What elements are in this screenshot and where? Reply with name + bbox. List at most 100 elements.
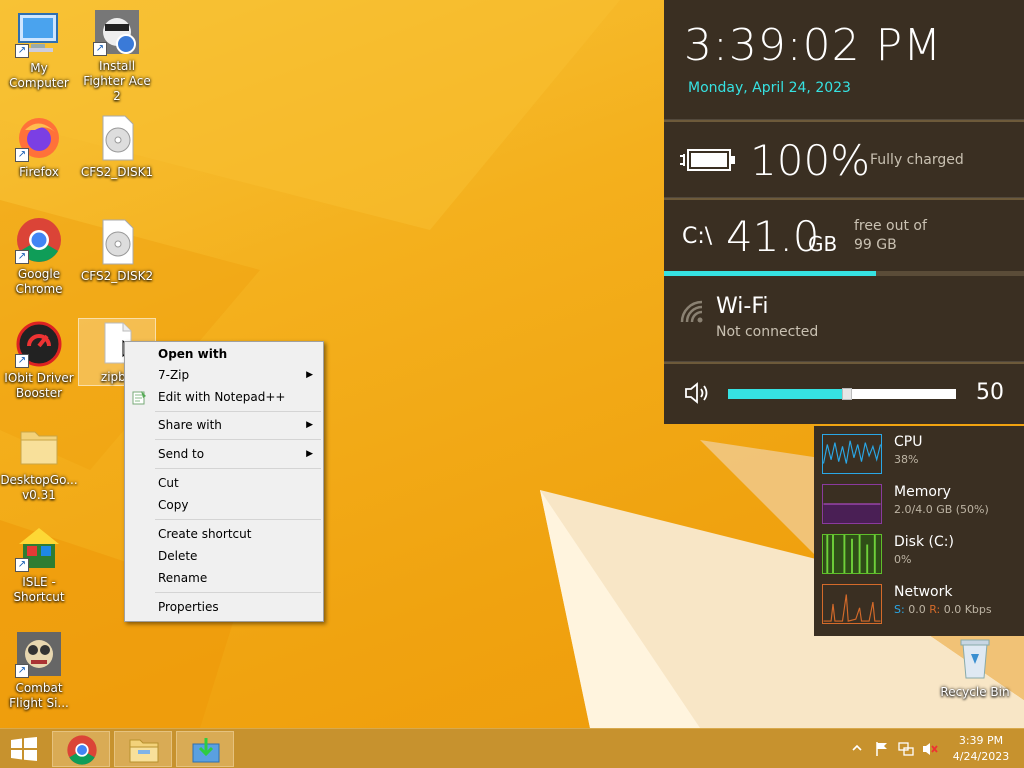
speaker-icon[interactable]: [684, 382, 710, 404]
notepadpp-icon: [132, 391, 146, 405]
pilot-icon: ↗: [15, 630, 63, 678]
desktop-icon-desktopgo[interactable]: DesktopGo... v0.31: [0, 422, 78, 503]
menu-separator: [155, 439, 321, 440]
menu-item-label: Copy: [158, 498, 189, 512]
disk-graph: [822, 534, 882, 574]
desktop-icon-google-chrome[interactable]: ↗ Google Chrome: [0, 216, 78, 297]
menu-item-label: Cut: [158, 476, 179, 490]
network-receive-label: R:: [929, 603, 941, 616]
battery-percent: 100%: [750, 136, 871, 185]
desktop-icon-my-computer[interactable]: ↗ My Computer: [0, 10, 78, 91]
battery-status: Fully charged: [870, 152, 964, 168]
desktop-icon-firefox[interactable]: ↗ Firefox: [0, 114, 78, 180]
desktop-icon-combat-flight-sim[interactable]: ↗ Combat Flight Si...: [0, 630, 78, 711]
volume-muted-icon[interactable]: [922, 741, 938, 757]
desktop-icon-install-fighter-ace[interactable]: ↗ Install Fighter Ace 2: [78, 8, 156, 104]
network-label: Network: [894, 584, 953, 600]
chevron-up-icon: [852, 744, 862, 751]
volume-slider-thumb[interactable]: [842, 388, 852, 400]
memory-graph: [822, 484, 882, 524]
desktop-icon-recycle-bin[interactable]: Recycle Bin: [936, 634, 1014, 700]
network-receive-value: 0.0 Kbps: [943, 603, 992, 616]
chrome-icon: [67, 735, 97, 765]
menu-item-label: Send to: [158, 447, 205, 461]
icon-label: Combat Flight Si...: [9, 681, 69, 710]
menu-item-label: Properties: [158, 600, 219, 614]
show-hidden-icons-button[interactable]: [850, 741, 864, 755]
menu-separator: [155, 592, 321, 593]
icon-label: CFS2_DISK1: [80, 165, 154, 179]
menu-item-properties[interactable]: Properties: [125, 597, 323, 618]
taskbar-clock[interactable]: 3:39 PM 4/24/2023: [946, 733, 1016, 765]
icon-label: Firefox: [19, 165, 59, 179]
firefox-icon: ↗: [15, 114, 63, 162]
taskbar-app-button[interactable]: [176, 731, 234, 767]
taskbar-file-explorer-button[interactable]: [114, 731, 172, 767]
taskbar-clock-time: 3:39 PM: [958, 734, 1004, 747]
network-send-label: S:: [894, 603, 905, 616]
cpu-value: 38%: [894, 453, 919, 466]
memory-label: Memory: [894, 484, 951, 500]
computer-icon: ↗: [15, 10, 63, 58]
taskbar-chrome-button[interactable]: [52, 731, 110, 767]
menu-item-copy[interactable]: Copy: [125, 495, 323, 516]
perf-disk: Disk (C:) 0%: [822, 534, 1022, 578]
folder-icon: [15, 422, 63, 470]
disk-usage-bar-track: [664, 271, 1024, 276]
wifi-title: Wi-Fi: [716, 294, 769, 319]
wifi-section: Wi-Fi Not connected: [664, 278, 1024, 362]
download-icon: [192, 738, 220, 763]
icon-label: Install Fighter Ace 2: [83, 59, 151, 103]
isle-icon: ↗: [15, 524, 63, 572]
icon-label: ISLE - Shortcut: [13, 575, 65, 604]
battery-section: 100% Fully charged: [664, 122, 1024, 198]
taskbar: 3:39 PM 4/24/2023: [0, 728, 1024, 768]
desktop-icon-cfs2-disk1[interactable]: CFS2_DISK1: [78, 114, 156, 180]
menu-item-create-shortcut[interactable]: Create shortcut: [125, 524, 323, 545]
cpu-label: CPU: [894, 434, 923, 450]
disc-image-icon: [93, 218, 141, 266]
action-center-flag-icon[interactable]: [874, 741, 890, 757]
pilot-icon: ↗: [93, 8, 141, 56]
clock-time: 3:39:02 PM: [684, 20, 943, 71]
menu-item-open-with[interactable]: Open with: [125, 344, 323, 365]
volume-slider-fill: [728, 389, 842, 399]
network-graph: [822, 584, 882, 624]
disk-perf-label: Disk (C:): [894, 534, 954, 550]
menu-item-delete[interactable]: Delete: [125, 546, 323, 567]
menu-item-cut[interactable]: Cut: [125, 473, 323, 494]
desktop-icon-iobit-driver-booster[interactable]: ↗ IObit Driver Booster: [0, 320, 78, 401]
volume-value: 50: [976, 380, 1004, 405]
network-tray-icon[interactable]: [898, 741, 914, 757]
menu-item-7zip[interactable]: 7-Zip ▶: [125, 365, 323, 386]
taskbar-clock-date: 4/24/2023: [952, 750, 1010, 763]
icon-label: CFS2_DISK2: [80, 269, 154, 283]
menu-item-send-to[interactable]: Send to ▶: [125, 444, 323, 465]
icon-label: DesktopGo... v0.31: [0, 473, 78, 502]
network-send-value: 0.0: [908, 603, 926, 616]
wifi-status: Not connected: [716, 324, 819, 340]
volume-slider[interactable]: [728, 388, 956, 400]
desktop-icon-cfs2-disk2[interactable]: CFS2_DISK2: [78, 218, 156, 284]
system-gadget-panel: 3:39:02 PM Monday, April 24, 2023 100% F…: [664, 0, 1024, 424]
wifi-icon: [680, 300, 703, 323]
menu-item-label: Create shortcut: [158, 527, 252, 541]
menu-item-edit-notepadpp[interactable]: Edit with Notepad++: [125, 387, 323, 408]
disk-unit: GB: [808, 232, 838, 256]
recycle-bin-icon: [951, 634, 999, 682]
menu-item-rename[interactable]: Rename: [125, 568, 323, 589]
volume-section: 50: [664, 364, 1024, 424]
submenu-arrow-icon: ▶: [306, 420, 313, 430]
icon-label: Google Chrome: [15, 267, 63, 296]
disk-free: 41.0: [726, 212, 820, 261]
menu-separator: [155, 519, 321, 520]
start-button[interactable]: [0, 729, 48, 768]
menu-item-label: Open with: [158, 347, 228, 361]
desktop-icon-isle-shortcut[interactable]: ↗ ISLE - Shortcut: [0, 524, 78, 605]
submenu-arrow-icon: ▶: [306, 449, 313, 459]
menu-item-share-with[interactable]: Share with ▶: [125, 415, 323, 436]
menu-item-label: Edit with Notepad++: [158, 390, 286, 404]
folder-icon: [129, 739, 159, 763]
menu-item-label: 7-Zip: [158, 368, 190, 382]
perf-memory: Memory 2.0/4.0 GB (50%): [822, 484, 1022, 528]
